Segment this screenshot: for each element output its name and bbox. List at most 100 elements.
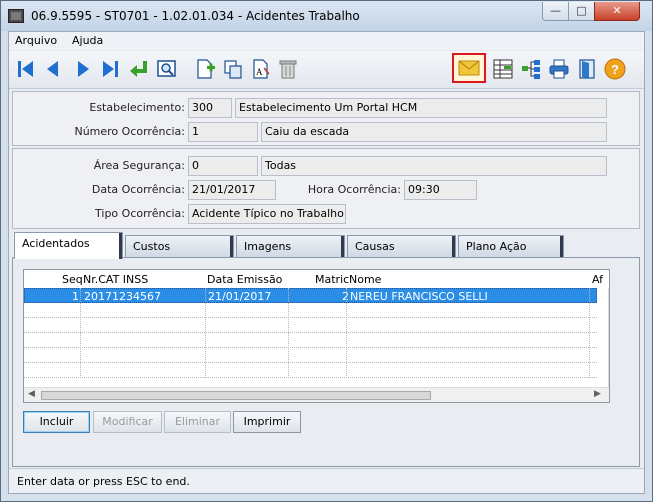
tab-imagens[interactable]: Imagens — [236, 235, 345, 257]
tipo-ocorrencia-field[interactable]: Acidente Típico no Trabalho — [188, 204, 346, 224]
column-divider — [205, 288, 206, 378]
close-button[interactable]: ✕ — [594, 2, 640, 21]
vertical-scrollbar[interactable]: ▲ ▼ — [608, 288, 609, 402]
last-record-icon — [103, 61, 118, 77]
column-header-data-emissao[interactable]: Data Emissão — [207, 273, 282, 286]
return-icon — [130, 61, 147, 77]
establishment-panel: Estabelecimento: 300 Estabelecimento Um … — [12, 91, 640, 146]
email-button[interactable] — [452, 53, 486, 83]
empty-row[interactable] — [24, 318, 597, 333]
column-divider — [589, 288, 590, 378]
horizontal-scrollbar[interactable]: ◀ ▶ — [24, 387, 609, 402]
return-button[interactable] — [126, 56, 152, 82]
hierarchy-icon — [522, 60, 540, 79]
copy-icon — [224, 60, 242, 79]
first-record-button[interactable] — [13, 56, 39, 82]
delete-button[interactable] — [275, 56, 301, 82]
cell-cat: 20171234567 — [84, 290, 161, 303]
hora-ocorrencia-label: Hora Ocorrência: — [307, 183, 401, 196]
empty-row[interactable] — [24, 348, 597, 363]
spreadsheet-button[interactable] — [490, 56, 516, 82]
edit-text-button[interactable]: A — [248, 56, 274, 82]
scroll-left-arrow-icon[interactable]: ◀ — [28, 389, 35, 399]
grid-header: Seq Nr.CAT INSS Data Emissão Matric Nome… — [24, 270, 609, 288]
acidentados-tab-panel: Seq Nr.CAT INSS Data Emissão Matric Nome… — [12, 257, 640, 467]
first-record-icon — [18, 61, 33, 77]
column-divider — [288, 288, 289, 378]
app-icon — [8, 9, 24, 23]
delete-icon — [279, 60, 297, 79]
status-bar: Enter data or press ESC to end. — [9, 468, 644, 493]
details-panel: Área Segurança: 0 Todas Data Ocorrência:… — [12, 148, 640, 229]
menu-ajuda[interactable]: Ajuda — [72, 34, 103, 47]
estabelecimento-name-field: Estabelecimento Um Portal HCM — [235, 98, 607, 118]
tab-causas[interactable]: Causas — [347, 235, 456, 257]
incluir-button[interactable]: Incluir — [23, 411, 90, 433]
menu-bar: Arquivo Ajuda — [9, 32, 644, 50]
print-button[interactable] — [546, 56, 572, 82]
table-row[interactable]: 1 20171234567 21/01/2017 2 NEREU FRANCIS… — [24, 288, 597, 303]
window-title: 06.9.5595 - ST0701 - 1.02.01.034 - Acide… — [31, 9, 360, 23]
minimize-button[interactable]: — — [542, 2, 569, 21]
new-record-button[interactable] — [192, 56, 218, 82]
search-button[interactable] — [154, 56, 180, 82]
data-ocorrencia-field[interactable]: 21/01/2017 — [188, 180, 276, 200]
help-button[interactable]: ? — [602, 56, 628, 82]
exit-button[interactable] — [574, 56, 600, 82]
last-record-button[interactable] — [97, 56, 123, 82]
status-text: Enter data or press ESC to end. — [17, 475, 190, 488]
empty-row[interactable] — [24, 333, 597, 348]
area-label: Área Segurança: — [93, 159, 185, 172]
estabelecimento-label: Estabelecimento: — [89, 101, 185, 114]
empty-row[interactable] — [24, 363, 597, 378]
copy-button[interactable] — [220, 56, 246, 82]
svg-text:A: A — [256, 67, 263, 77]
client-area: Arquivo Ajuda A ? Estabelecimento: 300 E… — [8, 31, 645, 494]
tab-strip: Acidentados Custos Imagens Causas Plano … — [9, 232, 644, 259]
ocorrencia-desc-field: Caiu da escada — [261, 122, 607, 142]
cell-nome: NEREU FRANCISCO SELLI — [350, 290, 488, 303]
data-ocorrencia-label: Data Ocorrência: — [91, 183, 185, 196]
tab-plano-acao[interactable]: Plano Ação — [458, 235, 564, 257]
empty-row[interactable] — [24, 303, 597, 318]
hierarchy-button[interactable] — [518, 56, 544, 82]
estabelecimento-code-field[interactable]: 300 — [188, 98, 232, 118]
previous-record-icon — [47, 61, 58, 77]
next-record-icon — [78, 61, 89, 77]
svg-text:?: ? — [611, 62, 619, 77]
new-record-icon — [197, 59, 215, 79]
help-icon: ? — [604, 58, 626, 80]
spreadsheet-icon — [493, 59, 513, 79]
column-divider — [80, 288, 81, 378]
column-header-nome[interactable]: Nome — [349, 273, 381, 286]
previous-record-button[interactable] — [40, 56, 66, 82]
column-header-matric[interactable]: Matric — [315, 273, 349, 286]
scroll-right-arrow-icon[interactable]: ▶ — [594, 389, 601, 399]
ocorrencia-code-field[interactable]: 1 — [188, 122, 258, 142]
edit-text-icon: A — [253, 59, 270, 79]
column-divider — [346, 288, 347, 378]
area-code-field[interactable]: 0 — [188, 156, 258, 176]
tipo-ocorrencia-label: Tipo Ocorrência: — [95, 207, 185, 220]
hora-ocorrencia-field[interactable]: 09:30 — [404, 180, 477, 200]
cell-seq: 1 — [72, 290, 79, 303]
next-record-button[interactable] — [70, 56, 96, 82]
toolbar: A ? — [9, 51, 644, 89]
title-bar[interactable]: 06.9.5595 - ST0701 - 1.02.01.034 - Acide… — [1, 1, 652, 31]
eliminar-button[interactable]: Eliminar — [164, 411, 231, 433]
email-icon — [458, 60, 480, 76]
horizontal-scroll-thumb[interactable] — [41, 391, 431, 400]
acidentados-grid[interactable]: Seq Nr.CAT INSS Data Emissão Matric Nome… — [23, 269, 610, 403]
search-icon — [157, 60, 176, 77]
maximize-button[interactable]: □ — [568, 2, 595, 21]
ocorrencia-label: Número Ocorrência: — [74, 125, 185, 138]
tab-custos[interactable]: Custos — [125, 235, 234, 257]
tab-acidentados[interactable]: Acidentados — [14, 232, 123, 259]
menu-arquivo[interactable]: Arquivo — [15, 34, 57, 47]
modificar-button[interactable]: Modificar — [93, 411, 162, 433]
column-header-seq[interactable]: Seq — [62, 273, 83, 286]
imprimir-button[interactable]: Imprimir — [233, 411, 301, 433]
column-header-cat[interactable]: Nr.CAT INSS — [83, 273, 148, 286]
area-desc-field: Todas — [261, 156, 607, 176]
column-header-af[interactable]: Af — [592, 273, 603, 286]
